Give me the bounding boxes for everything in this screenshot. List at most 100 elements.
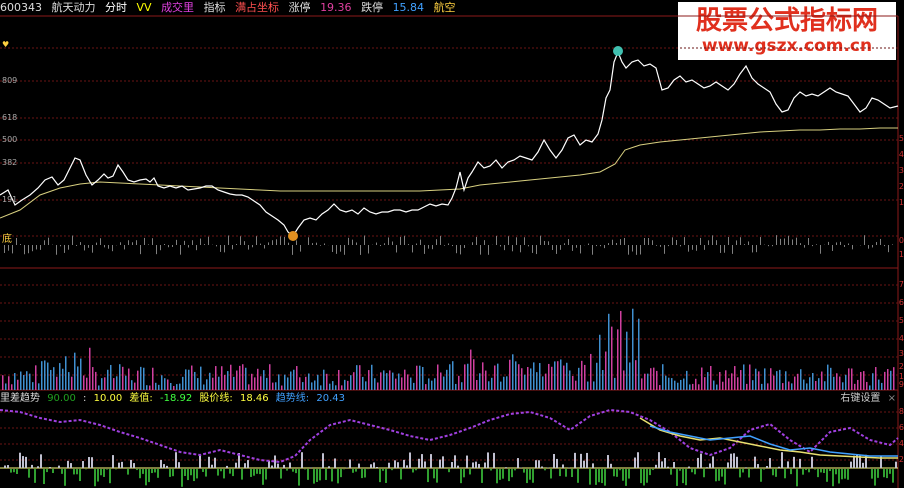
volume-bar (338, 369, 340, 390)
volume-bar (167, 379, 169, 390)
volume-bar (647, 373, 649, 390)
mini-bar (292, 245, 293, 255)
volume-bar (416, 365, 418, 390)
indicator-bar (853, 455, 855, 468)
indicator-bar (331, 469, 333, 482)
indicator-bar (484, 462, 486, 468)
mini-bar (752, 245, 753, 253)
mini-bar (464, 245, 465, 248)
indicator-bar (673, 462, 675, 468)
mini-bar (700, 237, 701, 245)
indicator-bar (25, 456, 27, 468)
mini-bar (632, 245, 633, 252)
mini-bar (812, 245, 813, 247)
mini-bar (636, 245, 637, 255)
indicator-bar (352, 469, 354, 473)
indicator-bar (292, 469, 294, 472)
y-label-1: 809 (2, 76, 18, 85)
volume-bar (524, 374, 526, 390)
mini-bar (84, 245, 85, 251)
indicator-bar (634, 457, 636, 468)
indicator-bar (358, 463, 360, 468)
volume-bar (455, 383, 457, 390)
indicator-bar (394, 460, 396, 468)
indicator-bar (784, 469, 786, 479)
mini-bar (276, 239, 277, 245)
volume-bar (389, 370, 391, 390)
mini-bar (232, 245, 233, 250)
mini-bar (688, 245, 689, 252)
volume-bar (572, 376, 574, 390)
volume-bar (743, 364, 745, 390)
right-settings-button[interactable]: 右键设置 (840, 393, 880, 404)
volume-bar (812, 372, 814, 390)
indicator-bar (766, 466, 768, 468)
volume-bar (734, 366, 736, 390)
top-marker-label: ♥ (2, 40, 10, 49)
volume-bar (212, 377, 214, 390)
indicator-bar (601, 469, 603, 484)
indicator-bar (79, 469, 81, 482)
close-icon[interactable]: × (888, 393, 896, 404)
volume-bar (521, 368, 523, 390)
indicator-bar (202, 469, 204, 472)
mini-bar (792, 239, 793, 245)
indicator-bar (613, 469, 615, 477)
mini-bar (428, 245, 429, 249)
indicator-bar (745, 467, 747, 468)
indicator-v1: 90.00 (47, 393, 76, 404)
indicator-bar (283, 464, 285, 468)
volume-bar (857, 379, 859, 390)
indicator-bar (193, 469, 195, 482)
indicator-bar (199, 455, 201, 468)
volume-bar (23, 375, 25, 390)
volume-bar (770, 368, 772, 390)
volume-bar (128, 368, 130, 390)
indicator-bar (505, 467, 507, 468)
indicator-title[interactable]: 里差趋势 (0, 393, 40, 404)
indicator-bar (118, 462, 120, 468)
volume-bar (791, 383, 793, 390)
mini-bar (156, 245, 157, 255)
mini-bar (892, 244, 893, 245)
volume-bar (767, 383, 769, 390)
volume-bar (557, 361, 559, 390)
y-label-4: 382 (2, 158, 18, 167)
indicator-bar (247, 460, 249, 468)
mini-bar (220, 245, 221, 252)
v-label-1: 6 (898, 298, 904, 307)
indicator-bar (472, 462, 474, 468)
mini-bar (840, 241, 841, 245)
mini-bar (336, 245, 337, 254)
indicator-bar (259, 469, 261, 475)
volume-bar (221, 366, 223, 390)
volume-bar (62, 368, 64, 390)
mini-bar (4, 245, 5, 253)
mini-bar (68, 245, 69, 250)
mini-bar (596, 245, 597, 247)
volume-bar (509, 359, 511, 390)
volume-bar (374, 378, 376, 390)
indicator-bar (664, 458, 666, 468)
volume-bar (437, 364, 439, 390)
volume-bar (845, 374, 847, 390)
top-marker-icon[interactable] (613, 46, 623, 56)
volume-bar (413, 382, 415, 390)
indicator-bar (733, 453, 735, 468)
indicator-bar (397, 462, 399, 468)
volume-bar (251, 373, 253, 390)
volume-bar (560, 359, 562, 390)
mini-bar (800, 243, 801, 245)
mini-bar (868, 245, 869, 249)
bottom-marker-icon[interactable] (288, 231, 298, 241)
indicator-bar (349, 459, 351, 468)
indicator-bar (541, 466, 543, 468)
volume-bar (536, 372, 538, 390)
mini-bar (20, 244, 21, 245)
mini-bar (672, 237, 673, 245)
intraday-chart[interactable] (0, 0, 904, 488)
mini-bar (476, 236, 477, 245)
volume-bar (284, 374, 286, 390)
indicator-bar (757, 464, 759, 468)
i-label-3: 2 (898, 455, 904, 464)
